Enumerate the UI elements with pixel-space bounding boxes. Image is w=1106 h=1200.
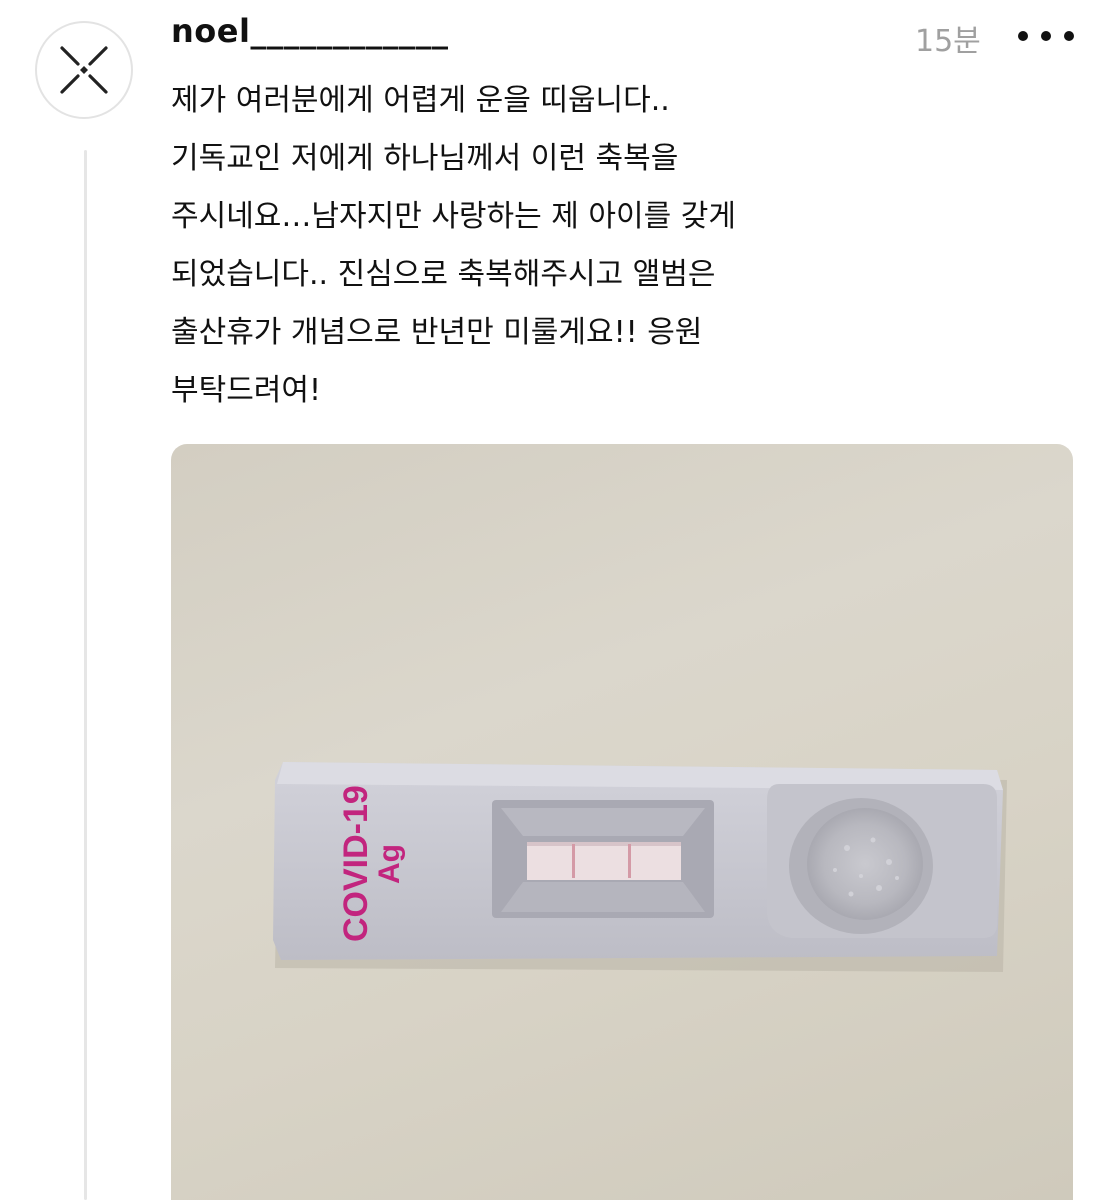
thread-line [84, 150, 87, 1200]
ellipsis-icon[interactable] [1018, 30, 1074, 42]
post-text-line: 주시네요…남자지만 사랑하는 제 아이를 갖게 [171, 199, 736, 234]
covid-test-kit-image: COVID-19 Ag C T [273, 762, 1007, 972]
kit-brand-label: COVID-19 [337, 785, 375, 942]
post-photo[interactable]: COVID-19 Ag C T [171, 444, 1073, 1200]
post-text-line: 되었습니다.. 진심으로 축복해주시고 앨범은 [171, 257, 716, 292]
username[interactable]: noel____________ [171, 12, 448, 50]
timestamp: 15분 [915, 24, 981, 59]
kit-sub-label: Ag [373, 844, 406, 884]
post-text: 제가 여러분에게 어렵게 운을 띠웁니다.. 기독교인 저에게 하나님께서 이런… [171, 72, 1071, 420]
avatar[interactable] [35, 21, 133, 119]
x-logo-icon [60, 46, 108, 94]
post-text-line: 기독교인 저에게 하나님께서 이런 축복을 [171, 141, 679, 176]
post-text-line: 출산휴가 개념으로 반년만 미룰게요!! 응원 [171, 315, 703, 350]
post-text-line: 부탁드려여! [171, 373, 322, 408]
post-text-line: 제가 여러분에게 어렵게 운을 띠웁니다.. [171, 83, 670, 118]
